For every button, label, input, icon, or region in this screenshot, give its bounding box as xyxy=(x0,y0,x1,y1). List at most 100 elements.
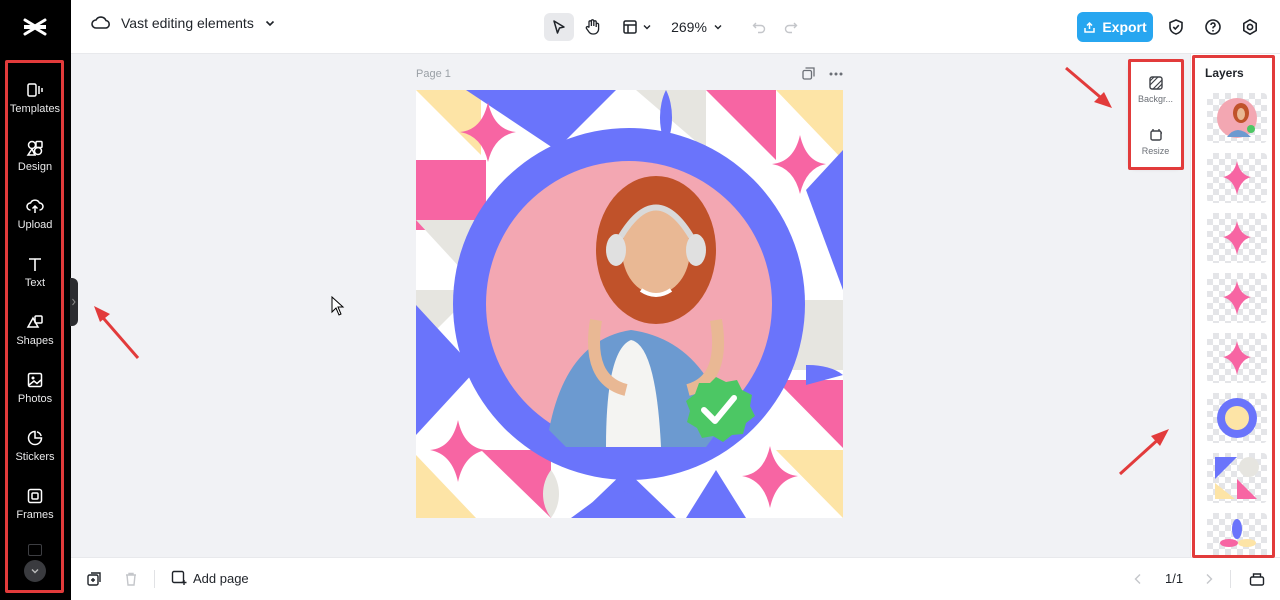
annotation-arrow-left xyxy=(94,306,140,359)
layer-item-ring[interactable] xyxy=(1207,393,1267,443)
sidebar-item-label: Text xyxy=(24,277,46,289)
chevron-right-icon xyxy=(72,298,76,306)
design-artboard[interactable] xyxy=(416,90,843,518)
layer-item-star[interactable] xyxy=(1207,213,1267,263)
divider xyxy=(1230,570,1231,588)
undo-icon xyxy=(752,22,766,34)
layer-ring-thumbnail xyxy=(1217,398,1257,438)
capcut-logo[interactable] xyxy=(22,14,48,40)
sidebar-item-text[interactable]: Text xyxy=(4,246,66,298)
quick-tools-panel: Backgr... Resize xyxy=(1129,61,1182,168)
layer-item-shapes[interactable] xyxy=(1207,453,1267,503)
sidebar-item-shapes[interactable]: Shapes xyxy=(4,304,66,356)
annotation-arrow-top-right xyxy=(1065,66,1112,108)
sidebar-item-design[interactable]: Design xyxy=(4,130,66,182)
layer-item-photo[interactable] xyxy=(1207,93,1267,143)
layer-leaves-thumbnail xyxy=(1220,519,1256,547)
chevron-right-icon[interactable] xyxy=(1204,573,1214,585)
design-icon xyxy=(26,140,43,156)
export-button[interactable]: Export xyxy=(1077,12,1153,42)
layer-item-star[interactable] xyxy=(1207,153,1267,203)
upload-icon xyxy=(26,199,44,213)
project-title: Vast editing elements xyxy=(121,15,254,31)
duplicate-icon[interactable] xyxy=(86,571,102,587)
chevron-down-icon xyxy=(265,20,274,27)
stickers-icon xyxy=(27,430,43,446)
annotation-arrow-bottom-right xyxy=(1118,429,1169,476)
export-label: Export xyxy=(1102,19,1147,35)
layer-star-thumbnail xyxy=(1223,161,1251,195)
layer-item-star[interactable] xyxy=(1207,333,1267,383)
redo-button[interactable] xyxy=(779,13,803,41)
layers-panel: Layers xyxy=(1190,54,1280,563)
page-panel-icon[interactable] xyxy=(1249,571,1265,587)
sidebar-item-frames[interactable]: Frames xyxy=(4,478,66,530)
sidebar-item-upload[interactable]: Upload xyxy=(4,188,66,240)
sidebar-item-label: Frames xyxy=(16,509,54,521)
sidebar-item-templates[interactable]: Templates xyxy=(4,72,66,124)
help-icon xyxy=(1205,19,1221,35)
layer-item-leaves[interactable] xyxy=(1207,513,1267,563)
bottom-toolbar: Add page 1/1 xyxy=(71,557,1280,600)
add-page-button[interactable]: Add page xyxy=(171,570,249,586)
duplicate-page-icon[interactable] xyxy=(802,67,815,80)
sidebar-item-label: Upload xyxy=(17,219,53,231)
export-icon xyxy=(1084,21,1096,33)
hand-icon xyxy=(585,19,600,35)
left-sidebar: Templates Design Upload Text Shapes Phot… xyxy=(0,0,71,600)
sidebar-item-photos[interactable]: Photos xyxy=(4,362,66,414)
gear-icon xyxy=(1243,19,1257,35)
frames-icon xyxy=(27,488,43,504)
resize-icon xyxy=(1149,129,1162,141)
help-button[interactable] xyxy=(1201,13,1225,41)
more-tools-icon xyxy=(28,544,42,556)
chevron-down-icon xyxy=(714,25,722,30)
layer-star-thumbnail xyxy=(1223,281,1251,315)
sidebar-item-label: Stickers xyxy=(15,451,55,463)
layout-menu-button[interactable] xyxy=(619,13,655,41)
resize-tool-label: Resize xyxy=(1141,146,1170,156)
undo-button[interactable] xyxy=(747,13,771,41)
cursor-icon xyxy=(553,20,565,34)
background-tool-button[interactable]: Backgr... xyxy=(1129,67,1182,113)
layer-star-thumbnail xyxy=(1223,341,1251,375)
zoom-menu[interactable]: 269% xyxy=(667,13,727,41)
layer-item-star[interactable] xyxy=(1207,273,1267,323)
settings-button[interactable] xyxy=(1238,13,1262,41)
resize-tool-button[interactable]: Resize xyxy=(1129,119,1182,165)
background-icon xyxy=(1148,76,1163,90)
top-toolbar: Vast editing elements 269% Export xyxy=(71,0,1280,54)
project-title-menu[interactable]: Vast editing elements xyxy=(91,15,276,31)
mouse-cursor-icon xyxy=(331,296,345,316)
chevron-down-icon xyxy=(31,569,39,574)
zoom-level: 269% xyxy=(671,19,707,35)
layer-shapes-thumbnail xyxy=(1215,457,1259,499)
hand-tool-button[interactable] xyxy=(579,13,607,41)
sidebar-item-label: Shapes xyxy=(16,335,54,347)
layers-title: Layers xyxy=(1205,66,1244,80)
sidebar-item-label: Photos xyxy=(17,393,53,405)
trash-icon[interactable] xyxy=(123,571,139,587)
page-actions xyxy=(802,67,843,80)
chevron-down-icon xyxy=(643,25,651,30)
add-page-icon xyxy=(171,570,187,585)
shield-button[interactable] xyxy=(1164,13,1188,41)
cloud-icon xyxy=(91,16,110,29)
sidebar-item-stickers[interactable]: Stickers xyxy=(4,420,66,472)
sidebar-item-label: Design xyxy=(17,161,53,173)
more-options-icon[interactable] xyxy=(829,72,843,76)
divider xyxy=(154,570,155,588)
templates-icon xyxy=(27,83,43,97)
shield-check-icon xyxy=(1169,19,1183,35)
sidebar-expand-button[interactable] xyxy=(24,560,46,582)
panel-collapse-handle[interactable] xyxy=(70,278,78,326)
text-icon xyxy=(29,258,41,271)
select-tool-button[interactable] xyxy=(544,13,574,41)
page-counter: 1/1 xyxy=(1165,571,1184,586)
layout-icon xyxy=(623,20,637,34)
chevron-left-icon[interactable] xyxy=(1133,573,1143,585)
artboard-graphic xyxy=(416,90,843,518)
background-tool-label: Backgr... xyxy=(1137,94,1173,104)
layer-photo-thumbnail xyxy=(1217,98,1257,138)
layer-star-thumbnail xyxy=(1223,221,1251,255)
